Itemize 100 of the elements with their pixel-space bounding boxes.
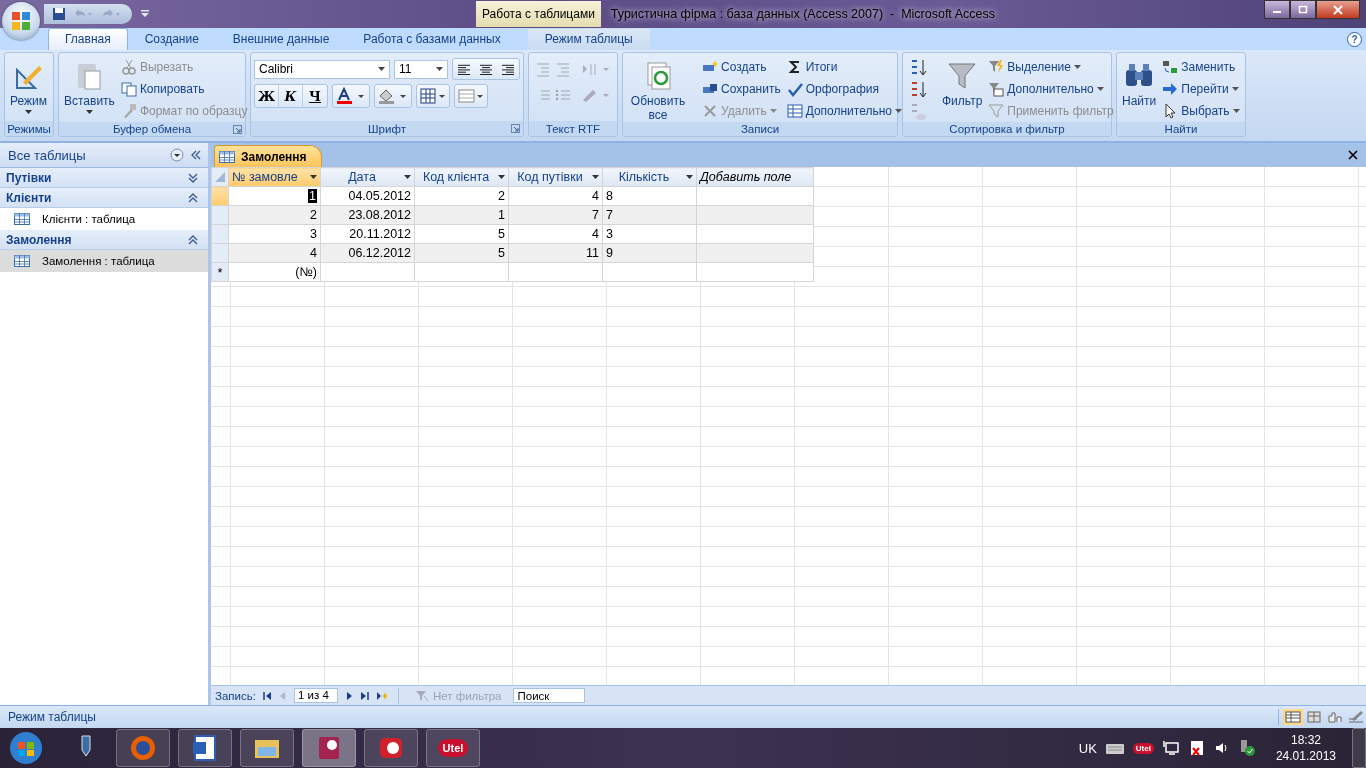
- taskbar-app[interactable]: Utel: [426, 729, 480, 767]
- pivot-chart-icon[interactable]: [1325, 709, 1345, 725]
- ribbon-tab[interactable]: Главная: [48, 28, 128, 50]
- save-record-button[interactable]: Сохранить: [700, 78, 783, 100]
- chevron-icon[interactable]: [188, 172, 198, 183]
- replace-button[interactable]: Заменить: [1160, 56, 1242, 78]
- add-field-header[interactable]: Добавить поле: [696, 167, 814, 187]
- group-title: Сортировка и фильтр: [949, 123, 1065, 135]
- caret-icon: [1096, 87, 1104, 91]
- paste-button[interactable]: Вставить: [62, 56, 117, 114]
- document-tab[interactable]: Замолення: [214, 145, 322, 167]
- taskbar-app[interactable]: [178, 729, 232, 767]
- font-name-field[interactable]: Calibri: [254, 59, 390, 79]
- table-cell: 04.05.2012: [320, 186, 415, 206]
- caret-icon: [1073, 65, 1081, 69]
- caret-icon: [1232, 109, 1240, 113]
- filter-button[interactable]: Фильтр: [940, 56, 985, 108]
- table-icon: [14, 255, 30, 267]
- funnel-form-icon: [988, 81, 1005, 97]
- selection-button[interactable]: Выделение: [986, 56, 1116, 78]
- network-icon[interactable]: [1161, 740, 1180, 756]
- caret-icon: [25, 110, 32, 114]
- taskbar-app[interactable]: [240, 729, 294, 767]
- caret-icon: [686, 175, 693, 179]
- minimize-button[interactable]: [1264, 0, 1290, 19]
- first-record-icon[interactable]: [261, 690, 272, 701]
- dialog-launcher-icon[interactable]: [511, 124, 520, 133]
- column-header[interactable]: Код путівки: [508, 167, 603, 187]
- navigation-group-header[interactable]: Путівки: [0, 168, 208, 188]
- keyboard-icon[interactable]: [1104, 741, 1125, 755]
- dropdown-icon[interactable]: [170, 148, 184, 162]
- view-button[interactable]: Режим: [8, 56, 49, 114]
- navigation-item[interactable]: Замолення : таблица: [0, 250, 208, 272]
- refresh-button[interactable]: Обновить все: [626, 56, 690, 122]
- select-button[interactable]: Выбрать: [1160, 100, 1242, 122]
- table-icon: [219, 150, 235, 163]
- chevron-icon[interactable]: [188, 192, 198, 203]
- tray-app-icon[interactable]: Utel: [1132, 742, 1154, 754]
- pivot-table-icon[interactable]: [1304, 709, 1324, 725]
- last-record-icon[interactable]: [359, 690, 370, 701]
- search-field[interactable]: Поиск: [513, 688, 586, 703]
- new-record-icon[interactable]: [375, 690, 388, 701]
- funnel-icon: [414, 689, 429, 702]
- font-size-field[interactable]: 11: [394, 59, 448, 79]
- language-indicator[interactable]: UK: [1078, 740, 1097, 756]
- group-title: Записи: [740, 123, 780, 135]
- caret-icon: [1231, 87, 1239, 91]
- navigation-group-header[interactable]: Замолення: [0, 230, 208, 250]
- clock[interactable]: 18:32 24.01.2013: [1275, 732, 1336, 764]
- funnel-lightning-icon: [988, 59, 1005, 75]
- sort-descending-icon[interactable]: [909, 80, 927, 100]
- volume-icon[interactable]: [1213, 740, 1230, 756]
- column-header[interactable]: Код клієнта: [414, 167, 509, 187]
- funnel-icon: [946, 60, 979, 92]
- ribbon-tab[interactable]: Создание: [127, 28, 216, 50]
- caret-icon: [436, 67, 443, 71]
- maximize-button[interactable]: [1290, 0, 1316, 19]
- italic-button[interactable]: К: [279, 85, 303, 107]
- totals-button[interactable]: Итоги: [784, 56, 904, 78]
- group-title: Шрифт: [368, 122, 406, 135]
- close-icon[interactable]: [1348, 150, 1358, 160]
- ribbon-tab[interactable]: Работа с базами данных: [346, 28, 518, 50]
- column-header[interactable]: Дата: [320, 167, 415, 187]
- close-button[interactable]: [1316, 0, 1360, 19]
- office-button[interactable]: [2, 2, 40, 40]
- navigation-group-title: Замолення: [6, 232, 72, 247]
- record-position-field[interactable]: 1 из 4: [293, 688, 338, 703]
- copy-button[interactable]: Копировать: [118, 78, 250, 100]
- maximize-icon: [1298, 5, 1308, 14]
- navigation-item[interactable]: Клієнти : таблица: [0, 208, 208, 230]
- dialog-launcher-icon[interactable]: [233, 125, 242, 134]
- taskbar-app[interactable]: [302, 729, 356, 767]
- new-record-button[interactable]: Создать: [700, 56, 783, 78]
- find-button[interactable]: Найти: [1120, 56, 1159, 108]
- table-cell: 3: [228, 224, 321, 244]
- taskbar-app[interactable]: [364, 729, 418, 767]
- show-desktop-button[interactable]: [1352, 728, 1366, 768]
- spelling-button[interactable]: Орфография: [784, 78, 904, 100]
- column-header[interactable]: № замовле: [228, 167, 321, 187]
- column-header[interactable]: Кількість: [602, 167, 697, 187]
- ribbon-tab[interactable]: Режим таблицы: [527, 28, 650, 50]
- customize-toolbar-icon[interactable]: [140, 9, 150, 19]
- collapse-pane-icon[interactable]: [190, 149, 202, 161]
- navigation-pane-title[interactable]: Все таблицы: [8, 147, 164, 163]
- datasheet-view-icon[interactable]: [1283, 709, 1303, 725]
- chevron-icon[interactable]: [188, 234, 198, 245]
- advanced-filter-button[interactable]: Дополнительно: [986, 78, 1116, 100]
- ribbon-tab[interactable]: Внешние данные: [215, 28, 347, 50]
- go-to-button[interactable]: Перейти: [1160, 78, 1242, 100]
- bold-button[interactable]: Ж: [255, 85, 279, 107]
- design-view-icon[interactable]: [1346, 709, 1366, 725]
- windows-logo-icon: [8, 730, 44, 766]
- navigation-group-header[interactable]: Клієнти: [0, 188, 208, 208]
- caret-icon: [85, 110, 93, 114]
- help-button[interactable]: ?: [1347, 32, 1362, 47]
- table-cell: (№): [228, 262, 321, 282]
- underline-button[interactable]: Ч: [303, 85, 327, 107]
- sort-ascending-icon[interactable]: [909, 58, 927, 78]
- group-title: Текст RTF: [545, 122, 601, 135]
- caret-icon: [592, 175, 599, 179]
